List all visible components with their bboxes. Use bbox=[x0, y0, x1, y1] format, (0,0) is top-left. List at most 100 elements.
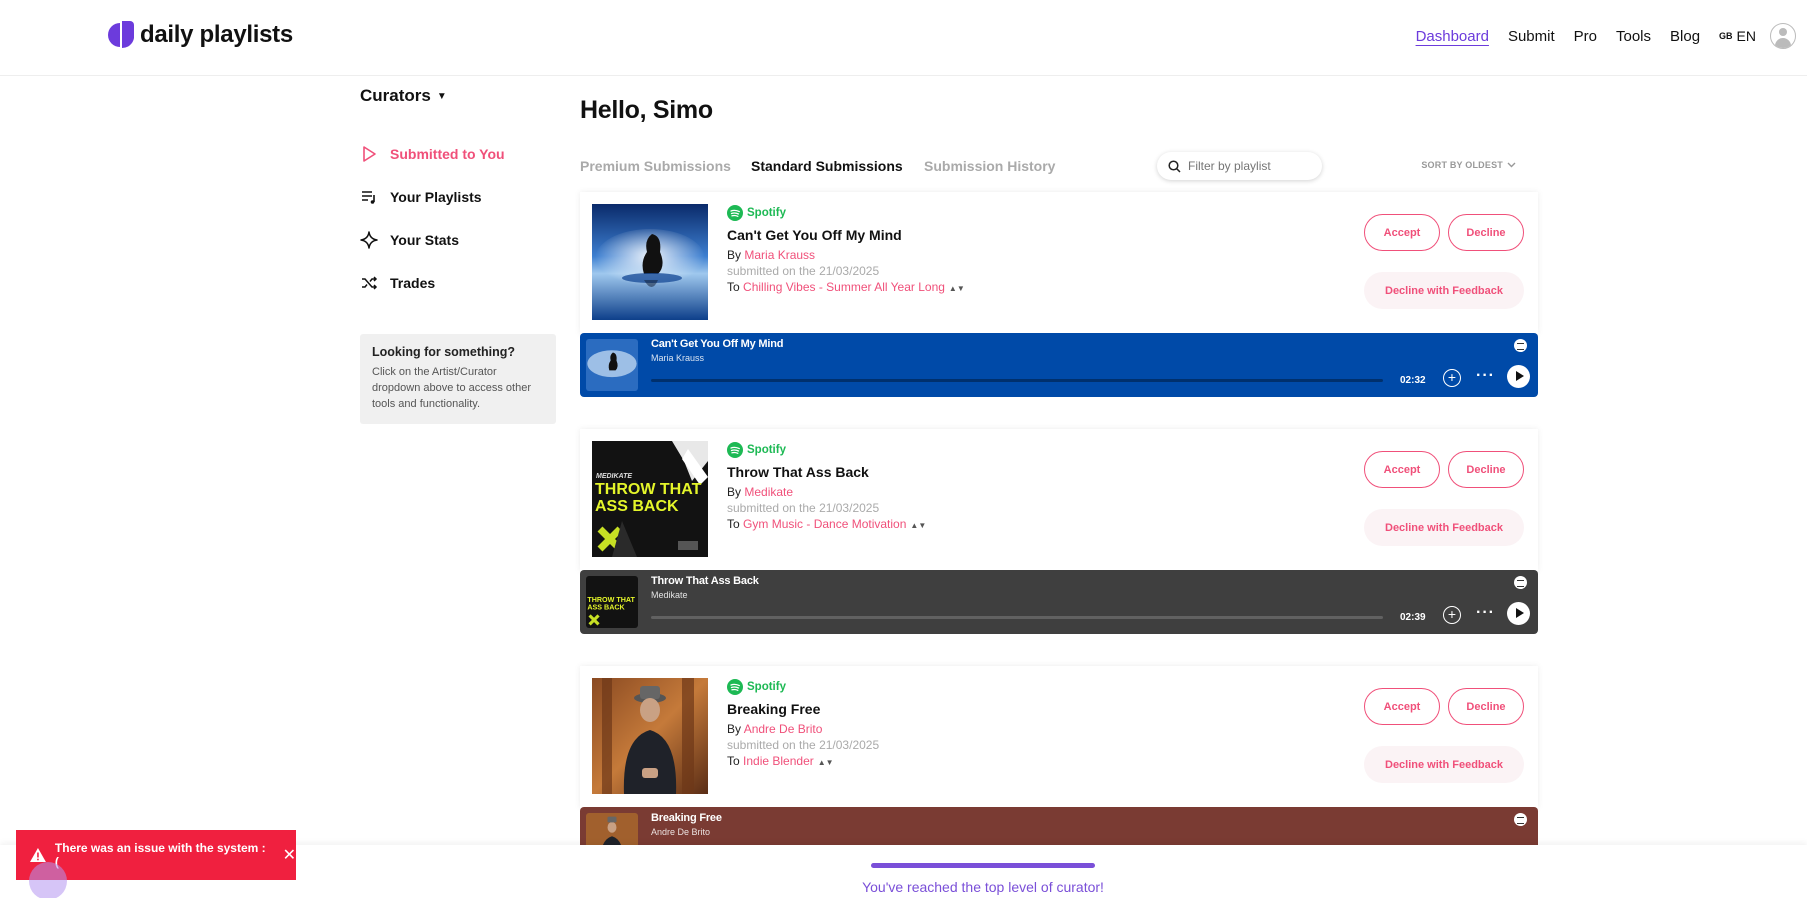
submitted-prefix: submitted on the bbox=[727, 738, 816, 752]
nav-pro[interactable]: Pro bbox=[1574, 28, 1597, 45]
by-prefix: By bbox=[727, 722, 742, 736]
artist-link[interactable]: Andre De Brito bbox=[744, 722, 823, 736]
track-info: Spotify Throw That Ass Back By Medikate … bbox=[727, 441, 926, 534]
playlist-link[interactable]: Indie Blender bbox=[743, 754, 814, 768]
updown-caret-icon[interactable]: ▲▼ bbox=[910, 521, 926, 530]
svg-text:THROW THAT: THROW THAT bbox=[595, 481, 702, 498]
album-cover: MEDIKATE THROW THAT ASS BACK bbox=[592, 441, 708, 557]
logo[interactable]: daily playlists bbox=[108, 20, 293, 50]
player-progress[interactable] bbox=[651, 616, 1383, 619]
svg-text:ASS BACK: ASS BACK bbox=[595, 498, 679, 515]
platform-badge: Spotify bbox=[727, 441, 926, 458]
sidebar-item-label: Your Playlists bbox=[390, 188, 482, 205]
sidebar-item-playlists[interactable]: Your Playlists bbox=[360, 175, 556, 218]
submitted-line: submitted on the 21/03/2025 bbox=[727, 263, 965, 279]
main-content: Hello, Simo Premium Submissions Standard… bbox=[580, 96, 1536, 186]
add-icon[interactable]: + bbox=[1443, 606, 1461, 624]
logo-text: daily playlists bbox=[140, 21, 293, 48]
track-artist-line: By Medikate bbox=[727, 484, 926, 500]
track-title: Can't Get You Off My Mind bbox=[727, 227, 902, 243]
chat-bubble-icon[interactable] bbox=[29, 862, 67, 898]
artist-link[interactable]: Maria Krauss bbox=[744, 248, 815, 262]
tab-standard[interactable]: Standard Submissions bbox=[751, 158, 903, 174]
playlist-filter[interactable] bbox=[1157, 152, 1322, 180]
play-button[interactable] bbox=[1507, 365, 1530, 388]
tab-premium[interactable]: Premium Submissions bbox=[580, 158, 731, 174]
language-selector[interactable]: GB EN bbox=[1719, 28, 1756, 44]
more-icon[interactable]: ··· bbox=[1476, 604, 1495, 622]
to-prefix: To bbox=[727, 280, 740, 294]
platform-badge: Spotify bbox=[727, 678, 879, 695]
spotify-icon[interactable] bbox=[1514, 339, 1527, 352]
to-prefix: To bbox=[727, 754, 740, 768]
sidebar-item-submitted[interactable]: Submitted to You bbox=[360, 132, 556, 175]
album-cover bbox=[592, 678, 708, 794]
player-duration: 02:39 bbox=[1400, 612, 1426, 623]
sort-dropdown[interactable]: SORT BY OLDEST bbox=[1421, 160, 1516, 170]
nav-dashboard[interactable]: Dashboard bbox=[1416, 28, 1489, 45]
player-title: Breaking Free bbox=[651, 812, 722, 824]
add-icon[interactable]: + bbox=[1443, 369, 1461, 387]
player-thumbnail bbox=[586, 339, 638, 391]
decline-feedback-button[interactable]: Decline with Feedback bbox=[1364, 509, 1524, 546]
spotify-icon[interactable] bbox=[1514, 813, 1527, 826]
decline-feedback-button[interactable]: Decline with Feedback bbox=[1364, 746, 1524, 783]
top-header: daily playlists Dashboard Submit Pro Too… bbox=[0, 0, 1807, 76]
player-artist: Maria Krauss bbox=[651, 353, 705, 363]
play-outline-icon bbox=[363, 145, 376, 162]
close-icon[interactable]: ✕ bbox=[283, 845, 296, 865]
tab-history[interactable]: Submission History bbox=[924, 158, 1055, 174]
track-artist-line: By Andre De Brito bbox=[727, 721, 879, 737]
decline-button[interactable]: Decline bbox=[1448, 214, 1524, 251]
nav-submit[interactable]: Submit bbox=[1508, 28, 1555, 45]
accept-button[interactable]: Accept bbox=[1364, 451, 1440, 488]
embedded-player: Can't Get You Off My Mind Maria Krauss 0… bbox=[580, 333, 1538, 397]
track-title: Breaking Free bbox=[727, 701, 821, 717]
decline-feedback-button[interactable]: Decline with Feedback bbox=[1364, 272, 1524, 309]
player-title: Throw That Ass Back bbox=[651, 575, 759, 587]
platform-label: Spotify bbox=[747, 680, 786, 693]
by-prefix: By bbox=[727, 248, 742, 262]
spotify-icon bbox=[727, 441, 743, 458]
play-button[interactable] bbox=[1507, 602, 1530, 625]
sparkle-icon bbox=[360, 230, 378, 249]
updown-caret-icon[interactable]: ▲▼ bbox=[818, 758, 834, 767]
role-dropdown[interactable]: Curators ▼ bbox=[360, 86, 556, 106]
decline-button[interactable]: Decline bbox=[1448, 688, 1524, 725]
to-prefix: To bbox=[727, 517, 740, 531]
nav-blog[interactable]: Blog bbox=[1670, 28, 1700, 45]
level-message: You've reached the top level of curator! bbox=[862, 879, 1104, 895]
chevron-down-icon bbox=[1507, 162, 1516, 168]
artist-link[interactable]: Medikate bbox=[744, 485, 793, 499]
svg-text:THROW THAT: THROW THAT bbox=[587, 596, 635, 604]
track-title: Throw That Ass Back bbox=[727, 464, 869, 480]
warning-icon bbox=[29, 848, 46, 862]
player-title: Can't Get You Off My Mind bbox=[651, 338, 784, 350]
by-prefix: By bbox=[727, 485, 742, 499]
playlist-link[interactable]: Gym Music - Dance Motivation bbox=[743, 517, 906, 531]
nav-tools[interactable]: Tools bbox=[1616, 28, 1651, 45]
player-progress[interactable] bbox=[651, 379, 1383, 382]
submitted-date: 21/03/2025 bbox=[819, 264, 880, 278]
user-avatar-icon[interactable] bbox=[1770, 23, 1796, 49]
player-artist: Medikate bbox=[651, 590, 688, 600]
more-icon[interactable]: ··· bbox=[1476, 367, 1495, 385]
search-icon bbox=[1168, 159, 1181, 173]
playlist-link[interactable]: Chilling Vibes - Summer All Year Long bbox=[743, 280, 945, 294]
accept-button[interactable]: Accept bbox=[1364, 214, 1440, 251]
player-artist: Andre De Brito bbox=[651, 827, 711, 837]
updown-caret-icon[interactable]: ▲▼ bbox=[949, 284, 965, 293]
filter-input[interactable] bbox=[1188, 159, 1313, 173]
decline-button[interactable]: Decline bbox=[1448, 451, 1524, 488]
platform-label: Spotify bbox=[747, 443, 786, 456]
spotify-icon bbox=[727, 204, 743, 221]
spotify-icon[interactable] bbox=[1514, 576, 1527, 589]
submitted-prefix: submitted on the bbox=[727, 264, 816, 278]
sidebar-item-trades[interactable]: Trades bbox=[360, 261, 556, 304]
sidebar-item-label: Submitted to You bbox=[390, 145, 505, 162]
accept-button[interactable]: Accept bbox=[1364, 688, 1440, 725]
submission-card: Spotify Can't Get You Off My Mind By Mar… bbox=[580, 192, 1538, 334]
sidebar-item-stats[interactable]: Your Stats bbox=[360, 218, 556, 261]
submission-item: Spotify Breaking Free By Andre De Brito … bbox=[580, 666, 1538, 871]
platform-badge: Spotify bbox=[727, 204, 965, 221]
